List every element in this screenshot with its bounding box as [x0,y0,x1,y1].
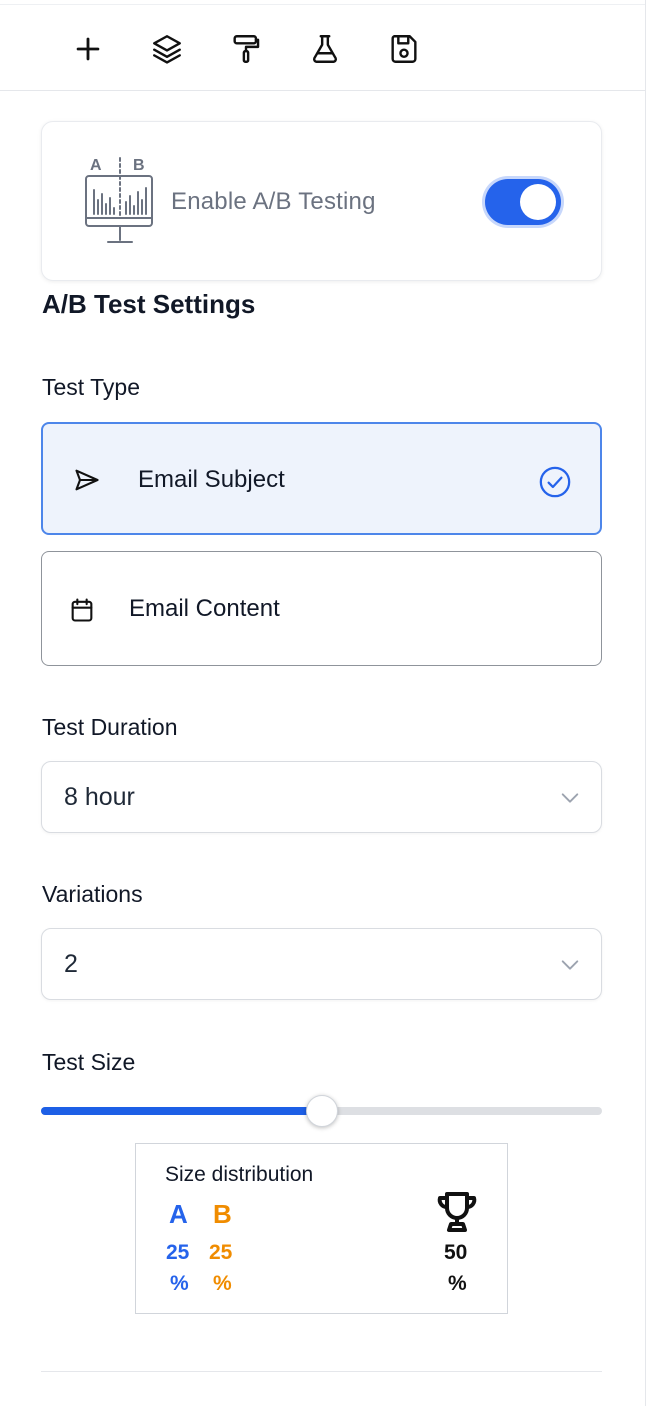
trophy-icon [437,1192,477,1232]
icon-letter-b: B [133,157,145,174]
test-size-slider[interactable] [41,1095,602,1127]
panel-edge [645,0,646,1406]
enable-ab-testing-label: Enable A/B Testing [171,188,376,215]
save-icon [391,35,417,63]
variations-label: Variations [42,881,143,907]
layers-button[interactable] [147,29,187,69]
test-type-option-email-content[interactable]: Email Content [41,551,602,666]
variations-value: 2 [64,950,78,978]
ab-testing-card: A B Enable A/B Testing [41,121,602,281]
chevron-down-icon [561,793,579,803]
test-size-label: Test Size [42,1049,136,1075]
variant-b-value: 25 [209,1241,233,1264]
test-duration-label: Test Duration [42,714,178,740]
flask-icon [312,35,338,63]
test-duration-value: 8 hour [64,783,135,811]
layers-icon [153,35,181,64]
enable-ab-testing-toggle[interactable] [485,179,561,225]
slider-fill [41,1107,322,1115]
test-type-option-email-subject[interactable]: Email Subject [41,422,602,535]
option-label: Email Content [129,595,280,622]
variant-a-value: 25 [166,1241,190,1264]
check-circle-icon [539,466,571,498]
winner-value: 50 [444,1241,468,1264]
section-title: A/B Test Settings [42,289,256,319]
variant-b-letter: B [213,1199,232,1229]
paint-roller-icon [233,35,260,63]
send-icon [75,469,99,491]
add-button[interactable] [68,29,108,69]
calendar-icon [71,598,93,622]
bottom-divider [41,1371,602,1372]
ab-testing-chart-icon: A B [85,157,153,243]
size-distribution-box: Size distribution A 25 % B 25 % 50 % [135,1143,508,1314]
chevron-down-icon [561,960,579,970]
toolbar [0,5,646,91]
variations-select[interactable]: 2 [41,928,602,1000]
style-button[interactable] [226,29,266,69]
test-duration-select[interactable]: 8 hour [41,761,602,833]
test-type-label: Test Type [42,374,141,400]
save-button[interactable] [384,29,424,69]
variant-a-letter: A [169,1199,188,1229]
icon-letter-a: A [90,157,102,174]
variant-a-unit: % [170,1272,189,1295]
winner-unit: % [448,1272,467,1295]
variant-b-unit: % [213,1272,232,1295]
size-distribution-title: Size distribution [165,1163,314,1186]
option-label: Email Subject [138,466,285,493]
toggle-knob [520,184,556,220]
test-button[interactable] [305,29,345,69]
slider-thumb[interactable] [305,1095,338,1127]
plus-icon [76,37,100,61]
